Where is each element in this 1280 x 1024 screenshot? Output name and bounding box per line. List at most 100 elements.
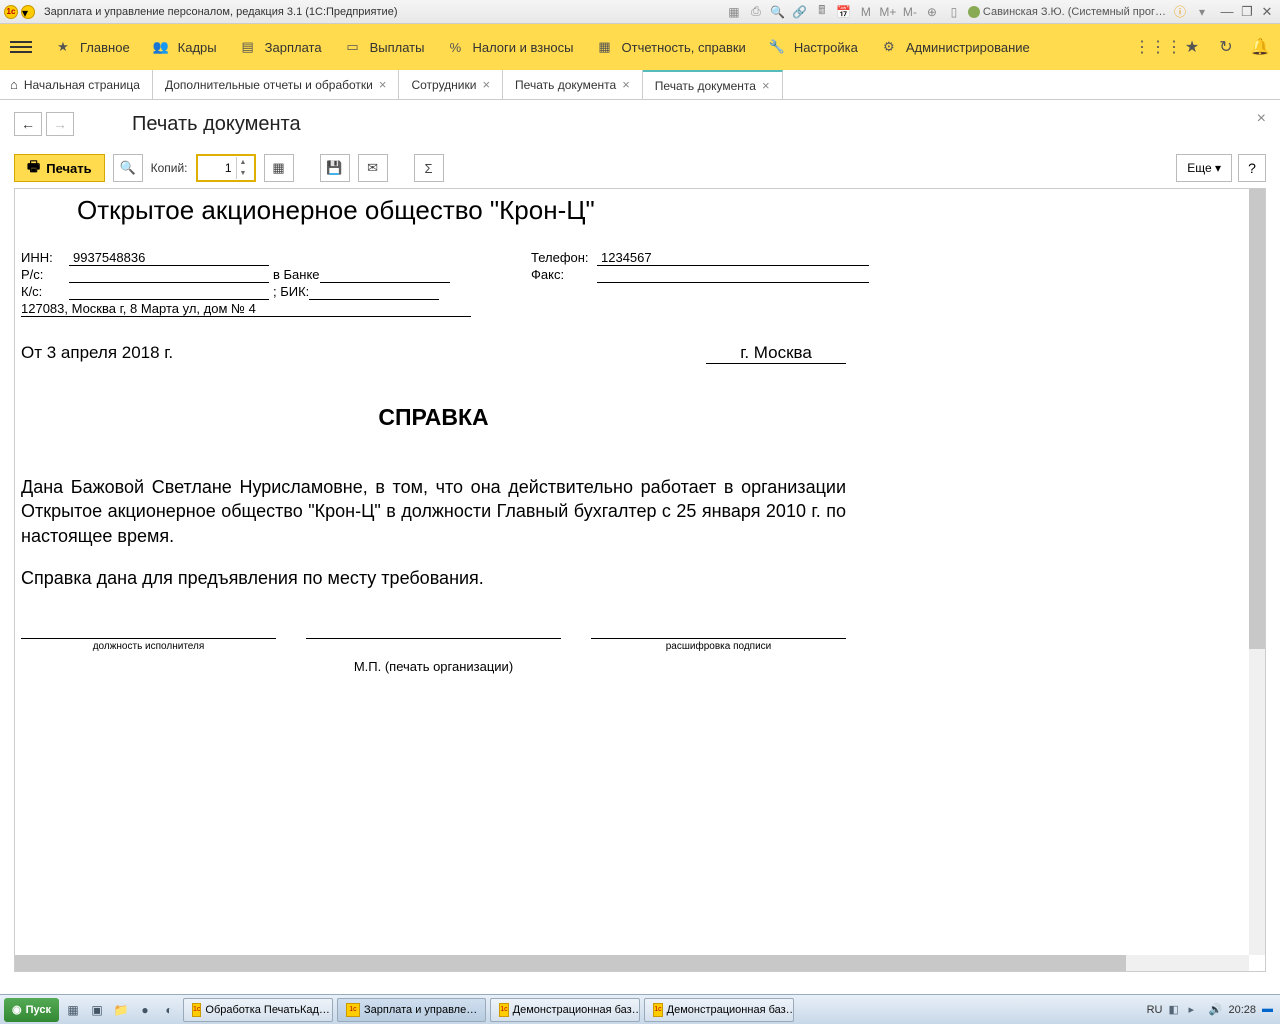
m-minus-icon[interactable]: M- [902, 4, 918, 20]
star-icon[interactable]: ★ [1182, 37, 1202, 57]
copies-spinner[interactable]: ▲▼ [196, 154, 256, 182]
document-scroll[interactable]: Открытое акционерное общество "Крон-Ц" И… [15, 189, 1249, 955]
back-button[interactable]: ← [14, 112, 42, 136]
tray-icon[interactable]: ◧ [1168, 1003, 1182, 1017]
dropdown-icon[interactable]: ▾ [21, 5, 35, 19]
nav-zarplata[interactable]: ▤Зарплата [239, 39, 322, 55]
start-button[interactable]: ◉Пуск [4, 998, 59, 1022]
search-icon[interactable]: 🔍 [770, 4, 786, 20]
tab-label: Дополнительные отчеты и обработки [165, 78, 373, 92]
calc-icon[interactable]: 🖩 [814, 4, 830, 20]
spin-up[interactable]: ▲ [236, 157, 250, 168]
document-viewport: Открытое акционерное общество "Крон-Ц" И… [14, 188, 1266, 972]
nav-label: Выплаты [370, 40, 425, 55]
nav-label: Зарплата [265, 40, 322, 55]
close-button[interactable]: ✕ [1258, 4, 1276, 20]
window-title: Зарплата и управление персоналом, редакц… [44, 6, 726, 18]
quicklaunch-icon[interactable]: ◐ [159, 1000, 179, 1020]
sum-button[interactable]: Σ [414, 154, 444, 182]
nav-admin[interactable]: ⚙Администрирование [880, 39, 1030, 55]
calendar-icon[interactable]: 📅 [836, 4, 852, 20]
sig-caption: расшифровка подписи [591, 641, 846, 652]
window-titlebar: 1c ▾ Зарплата и управление персоналом, р… [0, 0, 1280, 24]
help-button[interactable]: ? [1238, 154, 1266, 182]
m-icon[interactable]: M [858, 4, 874, 20]
scroll-thumb[interactable] [1249, 189, 1265, 649]
close-icon[interactable]: × [762, 78, 770, 93]
ks-value [69, 284, 269, 300]
print-icon[interactable]: ⎙ [748, 4, 764, 20]
app-1c-icon: 1c [4, 5, 18, 19]
forward-button[interactable]: → [46, 112, 74, 136]
page-close-button[interactable]: × [1257, 110, 1266, 128]
horizontal-scrollbar[interactable] [15, 955, 1249, 971]
tab-item[interactable]: Печать документа× [503, 70, 643, 99]
tel-label: Телефон: [531, 250, 597, 266]
ks-label: К/с: [21, 284, 69, 300]
tab-item-active[interactable]: Печать документа × [643, 70, 783, 99]
close-icon[interactable]: × [482, 77, 490, 92]
taskbar-task[interactable]: 1cДемонстрационная баз… [490, 998, 640, 1022]
maximize-button[interactable]: ❐ [1238, 4, 1256, 20]
nav-right: ⋮⋮⋮ ★ ↻ 🔔 [1148, 37, 1270, 57]
tab-item[interactable]: Дополнительные отчеты и обработки × [153, 70, 399, 99]
nav-kadry[interactable]: 👥Кадры [152, 39, 217, 55]
bell-icon[interactable]: 🔔 [1250, 37, 1270, 57]
lang-indicator[interactable]: RU [1147, 1004, 1163, 1016]
more-label: Еще [1187, 161, 1211, 175]
taskbar-task-active[interactable]: 1cЗарплата и управле… [337, 998, 486, 1022]
apps-icon[interactable]: ⋮⋮⋮ [1148, 37, 1168, 57]
fax-label: Факс: [531, 267, 597, 283]
quicklaunch-icon[interactable]: 📁 [111, 1000, 131, 1020]
template-button[interactable]: ▦ [264, 154, 294, 182]
menu-icon[interactable] [10, 38, 32, 56]
sig-caption: должность исполнителя [21, 641, 276, 652]
copies-input[interactable] [198, 161, 236, 175]
tool-icon[interactable]: ▦ [726, 4, 742, 20]
clock[interactable]: 20:28 [1228, 1004, 1256, 1016]
tray-icon[interactable]: ▬ [1262, 1003, 1276, 1017]
tab-label: Печать документа [655, 79, 756, 93]
nav-main[interactable]: ★Главное [54, 39, 130, 55]
preview-button[interactable]: 🔍 [113, 154, 143, 182]
nav-reports[interactable]: ▦Отчетность, справки [596, 39, 746, 55]
taskbar-task[interactable]: 1cОбработка ПечатьКад… [183, 998, 333, 1022]
close-icon[interactable]: × [622, 77, 630, 92]
home-icon: ⌂ [10, 77, 18, 92]
mail-button[interactable]: ✉ [358, 154, 388, 182]
spin-down[interactable]: ▼ [236, 168, 250, 179]
taskbar-task[interactable]: 1cДемонстрационная баз… [644, 998, 794, 1022]
company-name: Открытое акционерное общество "Крон-Ц" [21, 195, 1243, 226]
link-icon[interactable]: 🔗 [792, 4, 808, 20]
history-icon[interactable]: ↻ [1216, 37, 1236, 57]
more-button[interactable]: Еще ▾ [1176, 154, 1232, 182]
user-label[interactable]: Савинская З.Ю. (Системный прог… [968, 6, 1166, 18]
bank-line [320, 267, 450, 283]
info-icon[interactable]: ⓘ [1172, 4, 1188, 20]
inn-label: ИНН: [21, 250, 69, 266]
signature-row: должность исполнителя М.П. (печать орган… [21, 638, 846, 674]
print-button[interactable]: 🖶Печать [14, 154, 105, 182]
m-plus-icon[interactable]: M+ [880, 4, 896, 20]
scroll-thumb[interactable] [15, 955, 1126, 971]
minimize-button[interactable]: — [1218, 4, 1236, 20]
quicklaunch-icon[interactable]: ▣ [87, 1000, 107, 1020]
star-icon: ★ [54, 39, 72, 55]
save-button[interactable]: 💾 [320, 154, 350, 182]
tab-item[interactable]: Сотрудники× [399, 70, 503, 99]
quicklaunch-icon[interactable]: ▦ [63, 1000, 83, 1020]
layout-icon[interactable]: ▯ [946, 4, 962, 20]
nav-nalogi[interactable]: %Налоги и взносы [446, 39, 573, 55]
nav-settings[interactable]: 🔧Настройка [768, 39, 858, 55]
tab-home[interactable]: ⌂Начальная страница [0, 70, 153, 99]
dropdown-icon[interactable]: ▾ [1194, 4, 1210, 20]
start-icon: ◉ [12, 1003, 22, 1016]
nav-vyplaty[interactable]: ▭Выплаты [344, 39, 425, 55]
vertical-scrollbar[interactable] [1249, 189, 1265, 955]
tray-icon[interactable]: ▸ [1188, 1003, 1202, 1017]
tray-icon[interactable]: 🔊 [1208, 1003, 1222, 1017]
page-title: Печать документа [132, 113, 301, 136]
zoom-icon[interactable]: ⊕ [924, 4, 940, 20]
quicklaunch-icon[interactable]: ● [135, 1000, 155, 1020]
close-icon[interactable]: × [379, 77, 387, 92]
